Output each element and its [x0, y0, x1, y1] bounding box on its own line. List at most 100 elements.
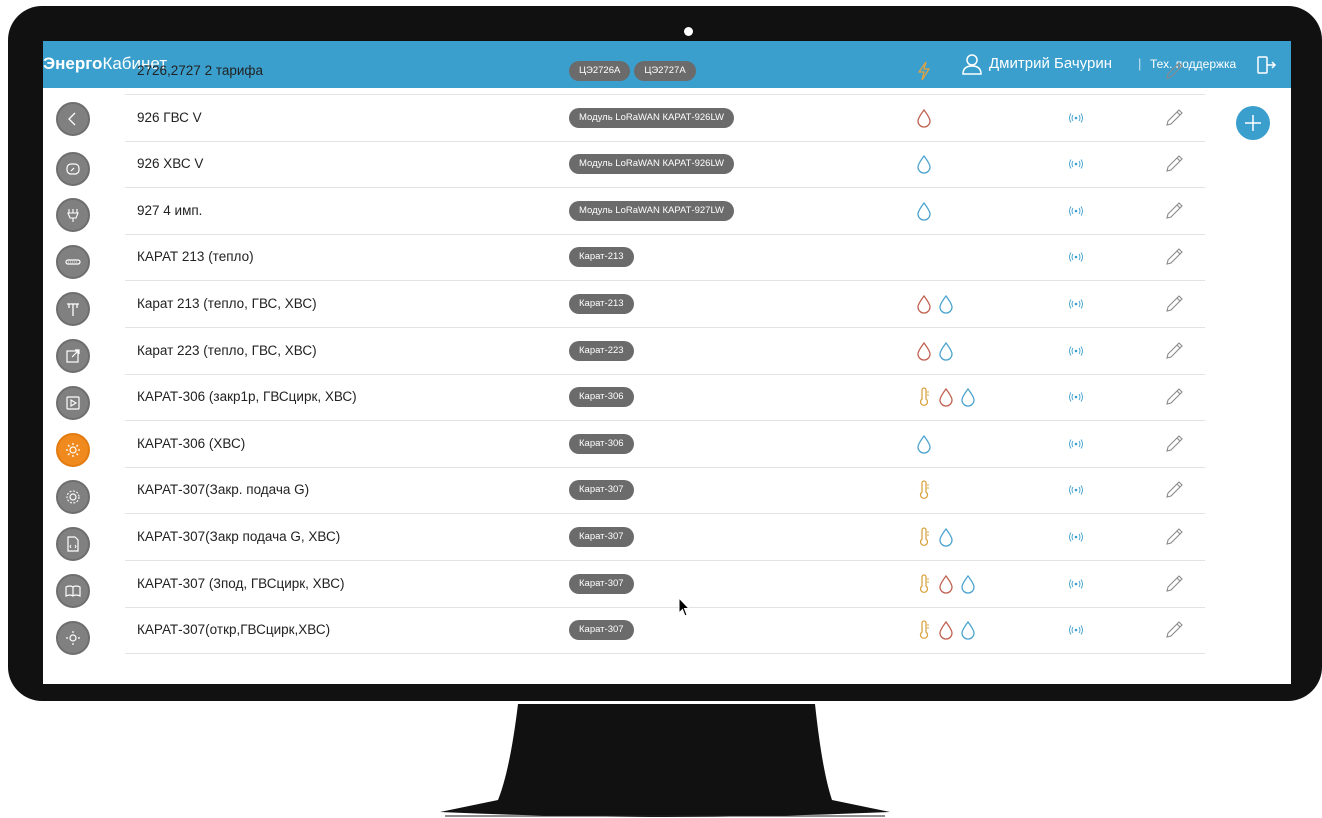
thermometer-icon — [919, 573, 929, 593]
cold-water-drop-icon — [917, 434, 931, 454]
hot-water-drop-icon — [917, 108, 931, 128]
resource-icons — [915, 341, 955, 361]
edit-pencil-icon[interactable] — [1163, 200, 1185, 222]
table-row[interactable]: КАРАТ-307 (3под, ГВСцирк, ХВС) Карат-307 — [125, 561, 1205, 608]
device-name: 927 4 имп. — [137, 202, 203, 218]
book-icon — [65, 585, 81, 597]
thermometer-icon — [919, 527, 929, 547]
sidebar-item-book[interactable] — [56, 574, 90, 608]
sidebar-item-chevron-left[interactable] — [56, 102, 90, 136]
edit-pencil-icon[interactable] — [1163, 573, 1185, 595]
edit-pencil-icon[interactable] — [1163, 293, 1185, 315]
resource-icons — [915, 201, 933, 221]
table-row[interactable]: Карат 223 (тепло, ГВС, ХВС) Карат-223 — [125, 328, 1205, 375]
cold-water-drop-icon — [939, 527, 953, 547]
model-tag: Карат-223 — [569, 340, 634, 361]
table-row[interactable]: КАРАТ-306 (ХВС) Карат-306 — [125, 421, 1205, 468]
device-tags: Карат-307 — [569, 620, 634, 641]
resource-icons — [915, 108, 933, 128]
table-row[interactable]: 926 ГВС V Модуль LoRaWAN КАРАТ-926LW — [125, 95, 1205, 142]
edit-pencil-icon[interactable] — [1163, 526, 1185, 548]
radio-signal-icon — [1069, 159, 1083, 169]
sun-icon — [66, 631, 80, 645]
edit-pencil-icon[interactable] — [1163, 60, 1185, 82]
hot-water-drop-icon — [939, 574, 953, 594]
sidebar-item-sun[interactable] — [56, 621, 90, 655]
model-tag: Модуль LoRaWAN КАРАТ-926LW — [569, 154, 735, 175]
plug-icon — [67, 209, 79, 222]
cold-water-drop-icon — [939, 341, 953, 361]
table-row[interactable]: 927 4 имп. Модуль LoRaWAN КАРАТ-927LW — [125, 188, 1205, 235]
cold-water-drop-icon — [939, 294, 953, 314]
logout-icon[interactable] — [1255, 54, 1277, 76]
edit-pencil-icon[interactable] — [1163, 479, 1185, 501]
hot-water-drop-icon — [917, 294, 931, 314]
radio-signal-icon — [1069, 485, 1083, 496]
cold-water-drop-icon — [917, 201, 931, 221]
device-name: КАРАТ-306 (закр1р, ГВСцирк, ХВС) — [137, 389, 357, 405]
table-row[interactable]: 926 ХВС V Модуль LoRaWAN КАРАТ-926LW — [125, 141, 1205, 189]
table-row[interactable]: 2726,2727 2 тарифа ЦЭ2726А ЦЭ2727А — [125, 48, 1205, 95]
model-tag: Модуль LoRaWAN КАРАТ-927LW — [569, 200, 735, 221]
thermometer-icon — [919, 480, 929, 500]
sidebar-item-settings[interactable] — [56, 480, 90, 514]
pipe-icon — [67, 303, 79, 316]
add-button[interactable] — [1236, 106, 1270, 140]
table-row[interactable]: КАРАТ-306 (закр1р, ГВСцирк, ХВС) Карат-30… — [125, 374, 1205, 422]
sidebar-item-meter[interactable] — [56, 245, 90, 279]
device-tags: Карат-306 — [569, 433, 634, 454]
sidebar-item-gauge[interactable] — [56, 152, 90, 186]
resource-icons — [915, 480, 933, 500]
edit-pencil-icon[interactable] — [1163, 619, 1185, 641]
radio-signal-icon — [1069, 532, 1083, 542]
sidebar-item-play[interactable] — [56, 386, 90, 420]
sidebar-item-pipe[interactable] — [56, 292, 90, 326]
device-name: КАРАТ 213 (тепло) — [137, 249, 254, 265]
meter-icon — [65, 259, 81, 265]
radio-signal-icon — [1069, 345, 1083, 356]
table-row[interactable]: Карат 213 (тепло, ГВС, ХВС) Карат-213 — [125, 281, 1205, 328]
sidebar-item-gear[interactable] — [56, 433, 90, 467]
radio-signal-icon — [1069, 392, 1083, 402]
table-row[interactable]: КАРАТ 213 (тепло) Карат-213 — [125, 234, 1205, 282]
sidebar-item-code-file[interactable] — [56, 527, 90, 561]
table-row[interactable]: КАРАТ-307(Закр подача G, ХВС) Карат-307 — [125, 514, 1205, 561]
edit-pencil-icon[interactable] — [1163, 340, 1185, 362]
play-icon — [66, 396, 80, 410]
brand-bold: Энерго — [43, 54, 103, 73]
device-name: КАРАТ-307 (3под, ГВСцирк, ХВС) — [137, 575, 345, 591]
resource-icons — [915, 154, 933, 174]
resource-icons — [915, 434, 933, 454]
model-tag: Карат-307 — [569, 527, 634, 547]
edit-pencil-icon[interactable] — [1163, 386, 1185, 408]
device-tags: Модуль LoRaWAN КАРАТ-926LW — [569, 107, 735, 128]
sidebar-item-external-link[interactable] — [56, 339, 90, 373]
radio-signal-icon — [1069, 252, 1083, 263]
hot-water-drop-icon — [939, 621, 953, 640]
thermometer-icon — [919, 387, 929, 407]
radio-signal-icon — [1069, 439, 1083, 449]
radio-signal-icon — [1069, 578, 1083, 589]
model-tag: Карат-213 — [569, 247, 634, 268]
sidebar-nav — [43, 88, 115, 684]
table-row[interactable]: КАРАТ-307(Закр. подача G) Карат-307 — [125, 467, 1205, 515]
device-tags: Карат-307 — [569, 573, 634, 594]
cold-water-drop-icon — [961, 388, 975, 407]
model-tag: Карат-307 — [569, 480, 634, 501]
model-tag: Карат-307 — [569, 620, 634, 641]
thermometer-icon — [919, 620, 929, 640]
edit-pencil-icon[interactable] — [1163, 153, 1185, 175]
resource-icons — [915, 294, 955, 314]
model-tag: ЦЭ2726А — [569, 61, 631, 81]
cold-water-drop-icon — [961, 621, 975, 640]
table-row[interactable]: КАРАТ-307(откр,ГВСцирк,ХВС) Карат-307 — [125, 607, 1205, 655]
edit-pencil-icon[interactable] — [1163, 246, 1185, 268]
settings-icon — [66, 490, 80, 504]
cold-water-drop-icon — [961, 574, 975, 594]
resource-icons — [915, 527, 955, 547]
model-tag: Карат-307 — [569, 573, 634, 594]
edit-pencil-icon[interactable] — [1163, 107, 1185, 129]
sidebar-item-plug[interactable] — [56, 198, 90, 232]
device-tags: Карат-223 — [569, 340, 634, 361]
edit-pencil-icon[interactable] — [1163, 433, 1185, 455]
